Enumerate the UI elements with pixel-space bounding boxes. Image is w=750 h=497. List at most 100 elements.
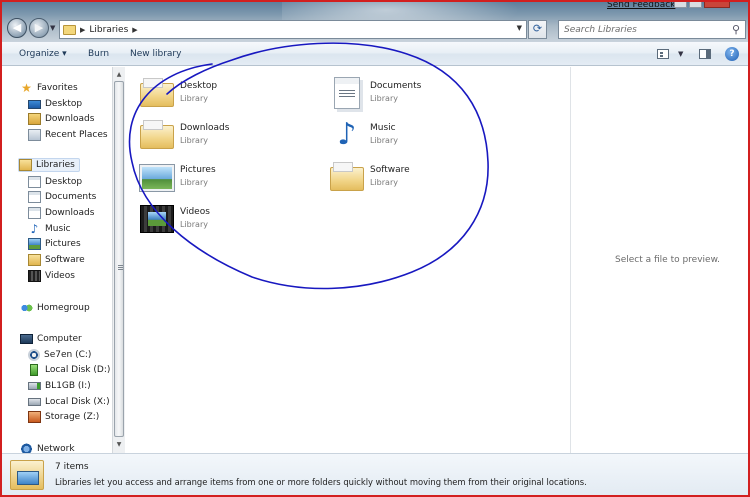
back-button[interactable]: ◀ xyxy=(7,18,27,38)
navigation-scrollbar[interactable]: ▲ ▼ xyxy=(112,67,125,453)
nav-item-library-downloads[interactable]: Downloads xyxy=(28,206,94,220)
drive-icon xyxy=(30,364,38,376)
refresh-button[interactable]: ⟳ xyxy=(528,20,547,39)
item-count: 7 items xyxy=(55,462,89,472)
chevron-right-icon[interactable]: ▶ xyxy=(132,26,137,34)
nav-label: Desktop xyxy=(45,177,83,187)
storage-drive-icon xyxy=(28,411,41,423)
nav-label: Homegroup xyxy=(37,303,90,313)
nav-label: Libraries xyxy=(36,160,75,170)
chevron-right-icon[interactable]: ▶ xyxy=(80,26,85,34)
nav-label: Pictures xyxy=(45,239,81,249)
change-view-icon[interactable] xyxy=(657,49,669,59)
nav-label: Software xyxy=(45,255,85,265)
nav-item-library-software[interactable]: Software xyxy=(28,253,85,267)
nav-label: Local Disk (X:) xyxy=(45,397,110,407)
computer-icon xyxy=(20,334,33,344)
new-library-button[interactable]: New library xyxy=(130,49,181,59)
nav-label: Desktop xyxy=(45,99,83,109)
address-bar[interactable]: ▶ Libraries ▶ ▼ xyxy=(59,20,527,39)
organize-menu-button[interactable]: Organize ▾ xyxy=(19,49,67,59)
search-box[interactable]: ⚲ xyxy=(558,20,746,39)
music-note-icon: ♪ xyxy=(337,117,357,152)
downloads-icon xyxy=(28,113,41,125)
library-tile-downloads[interactable]: Downloads Library xyxy=(140,117,320,153)
recent-places-icon xyxy=(28,129,41,141)
libraries-description: Libraries let you access and arrange ite… xyxy=(55,477,587,487)
breadcrumb-libraries[interactable]: Libraries xyxy=(89,25,128,35)
library-name: Downloads xyxy=(180,123,230,133)
nav-drive-c[interactable]: Se7en (C:) xyxy=(28,348,91,362)
maximize-button[interactable] xyxy=(689,2,702,8)
scroll-up-icon[interactable]: ▲ xyxy=(113,69,125,81)
library-type: Library xyxy=(180,136,208,145)
library-tile-pictures[interactable]: Pictures Library xyxy=(140,159,320,195)
search-input[interactable] xyxy=(559,21,719,38)
nav-item-favorites-desktop[interactable]: Desktop xyxy=(28,97,82,111)
scrollbar-thumb[interactable] xyxy=(114,81,124,437)
nav-favorites[interactable]: ★ Favorites xyxy=(20,81,78,95)
title-bar: ◀ ▶ ▼ ▶ Libraries ▶ ▼ ⟳ ⚲ Send Feedback xyxy=(2,2,748,42)
nav-homegroup[interactable]: Homegroup xyxy=(20,301,90,315)
view-options-dropdown-icon[interactable]: ▼ xyxy=(678,50,683,58)
nav-item-library-videos[interactable]: Videos xyxy=(28,269,75,283)
recent-pages-dropdown-icon[interactable]: ▼ xyxy=(50,24,55,32)
library-type: Library xyxy=(180,94,208,103)
homegroup-icon xyxy=(20,302,33,314)
library-name: Desktop xyxy=(180,81,218,91)
nav-item-library-documents[interactable]: Documents xyxy=(28,190,96,204)
library-tile-music[interactable]: ♪ Music Library xyxy=(330,117,510,153)
minimize-button[interactable] xyxy=(674,2,687,8)
video-icon xyxy=(28,270,41,282)
search-icon[interactable]: ⚲ xyxy=(732,23,740,36)
screenshot-frame: ◀ ▶ ▼ ▶ Libraries ▶ ▼ ⟳ ⚲ Send Feedback … xyxy=(0,0,750,497)
usb-drive-icon xyxy=(28,382,41,390)
video-icon xyxy=(140,205,174,233)
preview-pane: Select a file to preview. xyxy=(571,67,748,453)
navigation-pane: ★ Favorites Desktop Downloads Recent Pla… xyxy=(2,67,112,455)
nav-drive-x[interactable]: Local Disk (X:) xyxy=(28,395,110,409)
library-name: Music xyxy=(370,123,396,133)
library-name: Videos xyxy=(180,207,210,217)
nav-label: Downloads xyxy=(45,114,95,124)
address-history-dropdown-icon[interactable]: ▼ xyxy=(517,24,522,32)
help-icon[interactable]: ? xyxy=(725,47,739,61)
music-note-icon: ♪ xyxy=(30,222,39,236)
nav-item-library-desktop[interactable]: Desktop xyxy=(28,175,82,189)
library-list: Desktop Library Documents Library Downlo… xyxy=(126,67,570,453)
library-name: Documents xyxy=(370,81,422,91)
close-button[interactable] xyxy=(704,2,730,8)
nav-drive-d[interactable]: Local Disk (D:) xyxy=(28,363,110,377)
nav-libraries[interactable]: Libraries xyxy=(18,158,80,172)
library-type: Library xyxy=(370,136,398,145)
nav-label: Music xyxy=(45,224,71,234)
nav-label: Videos xyxy=(45,271,75,281)
nav-drive-z[interactable]: Storage (Z:) xyxy=(28,410,99,424)
burn-button[interactable]: Burn xyxy=(88,49,109,59)
library-name: Software xyxy=(370,165,410,175)
nav-drive-i[interactable]: BL1GB (I:) xyxy=(28,379,91,393)
folder-icon xyxy=(330,162,364,191)
details-pane: 7 items Libraries let you access and arr… xyxy=(2,453,748,495)
send-feedback-link[interactable]: Send Feedback xyxy=(607,2,675,10)
preview-pane-toggle-icon[interactable] xyxy=(699,49,711,59)
nav-computer[interactable]: Computer xyxy=(20,332,82,346)
windows-drive-icon xyxy=(28,349,40,361)
library-tile-documents[interactable]: Documents Library xyxy=(330,75,510,111)
preview-message: Select a file to preview. xyxy=(615,255,720,265)
scroll-down-icon[interactable]: ▼ xyxy=(113,439,125,451)
nav-label: Local Disk (D:) xyxy=(45,365,111,375)
nav-label: Storage (Z:) xyxy=(45,412,100,422)
library-tile-desktop[interactable]: Desktop Library xyxy=(140,75,320,111)
star-icon: ★ xyxy=(21,81,32,95)
nav-item-recent-places[interactable]: Recent Places xyxy=(28,128,108,142)
forward-button[interactable]: ▶ xyxy=(29,18,49,38)
libraries-folder-icon xyxy=(10,460,44,490)
library-tile-videos[interactable]: Videos Library xyxy=(140,201,320,237)
library-name: Pictures xyxy=(180,165,216,175)
nav-item-favorites-downloads[interactable]: Downloads xyxy=(28,112,94,126)
library-tile-software[interactable]: Software Library xyxy=(330,159,510,195)
nav-item-library-music[interactable]: ♪ Music xyxy=(28,222,71,236)
nav-item-library-pictures[interactable]: Pictures xyxy=(28,237,81,251)
pictures-icon xyxy=(140,165,174,191)
